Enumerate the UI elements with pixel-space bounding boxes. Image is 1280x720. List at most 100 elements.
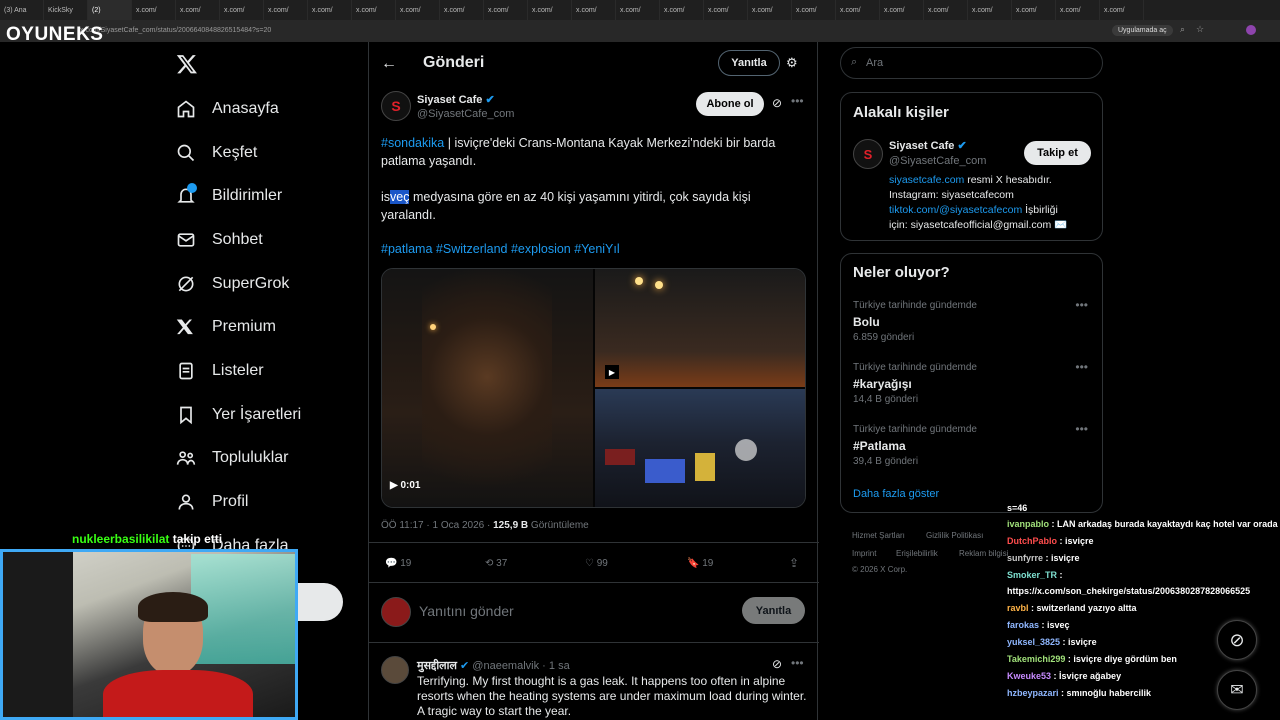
browser-tab[interactable]: x.com/ — [264, 0, 308, 20]
browser-address-bar[interactable]: x.com/SiyasetCafe_com/status/20066408488… — [0, 20, 1280, 42]
reply-more-icon[interactable]: ••• — [791, 656, 804, 670]
footer-imprint[interactable]: Imprint — [852, 549, 876, 558]
messages-fab-button[interactable]: ✉ — [1217, 670, 1257, 710]
browser-tab[interactable]: x.com/ — [220, 0, 264, 20]
video-thumbnail-1[interactable]: ▶ 0:01 — [382, 269, 593, 507]
show-more-link[interactable]: Daha fazla göster — [853, 488, 939, 500]
browser-tab[interactable]: x.com/ — [308, 0, 352, 20]
reply-grok-icon[interactable]: ⊘ — [772, 657, 782, 671]
footer-terms[interactable]: Hizmet Şartları — [852, 531, 905, 540]
grok-fab-button[interactable]: ⊘ — [1217, 620, 1257, 660]
repost-action[interactable]: ⟲ 37 — [485, 558, 507, 569]
browser-tab[interactable]: x.com/ — [792, 0, 836, 20]
media-grid[interactable]: ▶ 0:01 ▶ — [381, 268, 806, 508]
nav-item-premium[interactable]: Premium — [176, 311, 276, 343]
nav-item-communities[interactable]: Topluluklar — [176, 442, 288, 474]
tweet-hashtags[interactable]: #patlama #Switzerland #explosion #YeniYı… — [381, 242, 620, 256]
nav-item-bookmarks[interactable]: Yer İşaretleri — [176, 399, 301, 431]
follow-button[interactable]: Takip et — [1024, 141, 1091, 165]
browser-tab[interactable]: x.com/ — [396, 0, 440, 20]
reply-author-avatar[interactable] — [381, 656, 409, 684]
browser-tab[interactable]: x.com/ — [484, 0, 528, 20]
nav-item-chat[interactable]: Sohbet — [176, 224, 263, 256]
star-icon[interactable]: ☆ — [1196, 24, 1204, 35]
browser-tab[interactable]: (2) — [88, 0, 132, 20]
author-name[interactable]: Siyaset Cafe ✔ — [417, 93, 495, 106]
browser-tab[interactable]: x.com/ — [1056, 0, 1100, 20]
browser-tab[interactable]: x.com/ — [660, 0, 704, 20]
tweet-meta: ÖÖ 11:17 · 1 Oca 2026 · 125,9 B Görüntül… — [381, 520, 589, 531]
browser-tab[interactable]: x.com/ — [616, 0, 660, 20]
trend-name[interactable]: #karyağışı — [853, 377, 912, 391]
x-logo-icon[interactable] — [176, 53, 198, 80]
user-avatar[interactable] — [381, 597, 411, 627]
grok-icon[interactable]: ⊘ — [772, 96, 782, 110]
reply-submit-button[interactable]: Yanıtla — [742, 597, 805, 624]
search-input[interactable]: Ara — [866, 57, 883, 69]
browser-tab[interactable]: x.com/ — [880, 0, 924, 20]
trend-more-icon[interactable]: ••• — [1075, 360, 1088, 374]
chat-text: : İsviçre ağabey — [1051, 671, 1122, 681]
nav-item-notifications[interactable]: Bildirimler — [176, 180, 282, 212]
notification-badge — [187, 183, 197, 193]
browser-tab[interactable]: x.com/ — [924, 0, 968, 20]
play-icon[interactable]: ▶ — [605, 365, 619, 379]
browser-tab[interactable]: x.com/ — [528, 0, 572, 20]
browser-tab[interactable]: (3) Ana — [0, 0, 44, 20]
reply-author[interactable]: मुसद्दीलाल ✔ @naeemalvik · 1 sa — [417, 658, 570, 673]
chat-message: s=46 — [1007, 503, 1027, 513]
relevant-handle[interactable]: @SiyasetCafe_com — [889, 155, 986, 167]
browser-tab[interactable]: x.com/ — [132, 0, 176, 20]
more-options-icon[interactable]: ••• — [791, 94, 804, 108]
trend-more-icon[interactable]: ••• — [1075, 298, 1088, 312]
browser-tab[interactable]: x.com/ — [1100, 0, 1144, 20]
hashtag-sondakika[interactable]: #sondakika — [381, 136, 444, 150]
nav-item-supergrok[interactable]: SuperGrok — [176, 268, 289, 300]
supergrok-icon — [178, 276, 194, 292]
browser-tab[interactable]: x.com/ — [1012, 0, 1056, 20]
chat-message: Kweuke53 : İsviçre ağabey — [1007, 671, 1121, 681]
nav-item-lists[interactable]: Listeler — [176, 355, 264, 387]
trend-name[interactable]: Bolu — [853, 315, 880, 329]
browser-tab[interactable]: x.com/ — [176, 0, 220, 20]
video-thumbnail-2[interactable]: ▶ — [595, 269, 805, 387]
open-in-app-button[interactable]: Uygulamada aç — [1112, 25, 1173, 36]
nav-item-explore[interactable]: Keşfet — [176, 137, 257, 169]
back-arrow-icon[interactable]: ← — [381, 55, 397, 73]
chat-icon — [177, 233, 195, 247]
browser-tab[interactable]: x.com/ — [440, 0, 484, 20]
search-box[interactable]: ⌕ Ara — [840, 47, 1103, 79]
settings-sliders-icon[interactable]: ⚙ — [786, 55, 798, 71]
footer-privacy[interactable]: Gizlilik Politikası — [926, 531, 983, 540]
subscribe-button[interactable]: Abone ol — [696, 92, 764, 116]
browser-tab[interactable]: x.com/ — [572, 0, 616, 20]
zoom-icon[interactable]: ⌕ — [1180, 24, 1185, 35]
browser-tab[interactable]: x.com/ — [748, 0, 792, 20]
profile-avatar[interactable] — [1246, 25, 1256, 35]
url-text[interactable]: x.com/SiyasetCafe_com/status/20066408488… — [80, 27, 271, 34]
bookmark-action[interactable]: 🔖 19 — [687, 558, 713, 569]
nav-item-profile[interactable]: Profil — [176, 486, 248, 518]
reply-action[interactable]: 💬 19 — [385, 558, 411, 569]
header-reply-button[interactable]: Yanıtla — [718, 50, 780, 76]
relevant-name[interactable]: Siyaset Cafe ✔ — [889, 139, 967, 152]
chat-username: Takemichi299 — [1007, 654, 1066, 664]
browser-tab[interactable]: x.com/ — [704, 0, 748, 20]
relevant-avatar[interactable]: S — [853, 139, 883, 169]
trend-name[interactable]: #Patlama — [853, 439, 906, 453]
author-handle[interactable]: @SiyasetCafe_com — [417, 108, 514, 120]
author-avatar[interactable]: S — [381, 91, 411, 121]
browser-tab[interactable]: KickSky — [44, 0, 88, 20]
chat-message: https://x.com/son_chekirge/status/200638… — [1007, 586, 1250, 596]
like-action[interactable]: ♡ 99 — [585, 558, 608, 569]
image-thumbnail-3[interactable] — [595, 389, 805, 507]
browser-tab[interactable]: x.com/ — [352, 0, 396, 20]
reply-input[interactable]: Yanıtını gönder — [419, 603, 514, 619]
footer-ads[interactable]: Reklam bilgisi — [959, 549, 1008, 558]
share-icon[interactable]: ⇪ — [789, 556, 799, 570]
browser-tab[interactable]: x.com/ — [836, 0, 880, 20]
trend-more-icon[interactable]: ••• — [1075, 422, 1088, 436]
footer-accessibility[interactable]: Erişilebilirlik — [896, 549, 938, 558]
nav-item-home[interactable]: Anasayfa — [176, 93, 279, 125]
browser-tab[interactable]: x.com/ — [968, 0, 1012, 20]
